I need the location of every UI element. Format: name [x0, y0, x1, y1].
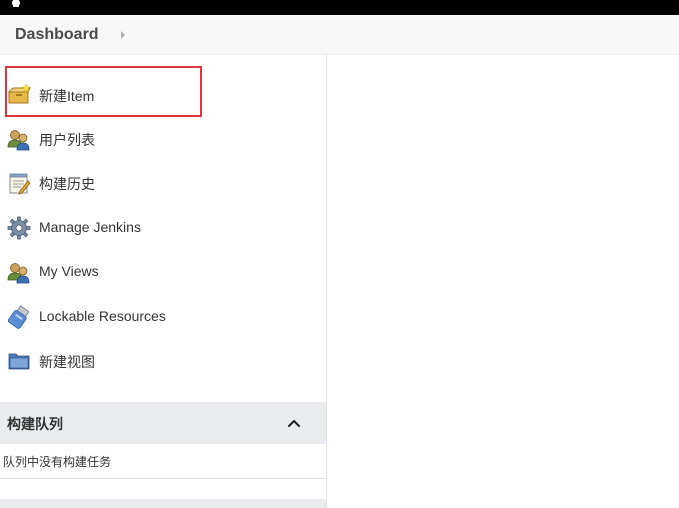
task-lockable-resources[interactable]: Lockable Resources	[0, 298, 326, 334]
usb-drive-icon	[7, 305, 30, 329]
task-label: Manage Jenkins	[39, 219, 141, 235]
task-label: 新建Item	[39, 88, 95, 104]
main-content	[327, 55, 679, 508]
task-build-history[interactable]: 构建历史	[0, 164, 326, 200]
gear-icon	[7, 216, 31, 240]
top-header-bar	[0, 0, 679, 15]
breadcrumb: Dashboard	[0, 15, 679, 55]
jenkins-logo-icon[interactable]	[10, 0, 22, 7]
sidebar: 新建Item 用户列表 构建历史 Manage Jenkins My Views…	[0, 55, 327, 508]
task-label: 构建历史	[39, 176, 95, 192]
task-label: 新建视图	[39, 354, 95, 370]
folder-icon	[8, 353, 30, 370]
task-label: 用户列表	[39, 132, 95, 148]
task-my-views[interactable]: My Views	[0, 253, 326, 289]
user-group-icon	[7, 130, 30, 151]
new-package-icon	[7, 83, 31, 104]
notepad-icon	[9, 173, 31, 195]
build-executor-pane-header[interactable]	[0, 499, 326, 508]
task-people[interactable]: 用户列表	[0, 120, 326, 156]
task-label: Lockable Resources	[39, 308, 166, 324]
breadcrumb-dashboard-link[interactable]: Dashboard	[15, 26, 99, 44]
task-label: My Views	[39, 263, 99, 279]
user-group-icon	[7, 263, 30, 284]
task-new-item[interactable]: 新建Item	[0, 76, 326, 112]
build-queue-body: 队列中没有构建任务	[0, 444, 326, 479]
task-manage-jenkins[interactable]: Manage Jenkins	[0, 209, 326, 245]
build-queue-empty-text: 队列中没有构建任务	[3, 455, 112, 469]
build-queue-title: 构建队列	[7, 416, 63, 432]
breadcrumb-chevron-right-icon[interactable]	[121, 31, 125, 39]
chevron-up-icon[interactable]	[287, 416, 301, 430]
task-new-view[interactable]: 新建视图	[0, 342, 326, 378]
build-queue-header[interactable]: 构建队列	[0, 402, 326, 444]
